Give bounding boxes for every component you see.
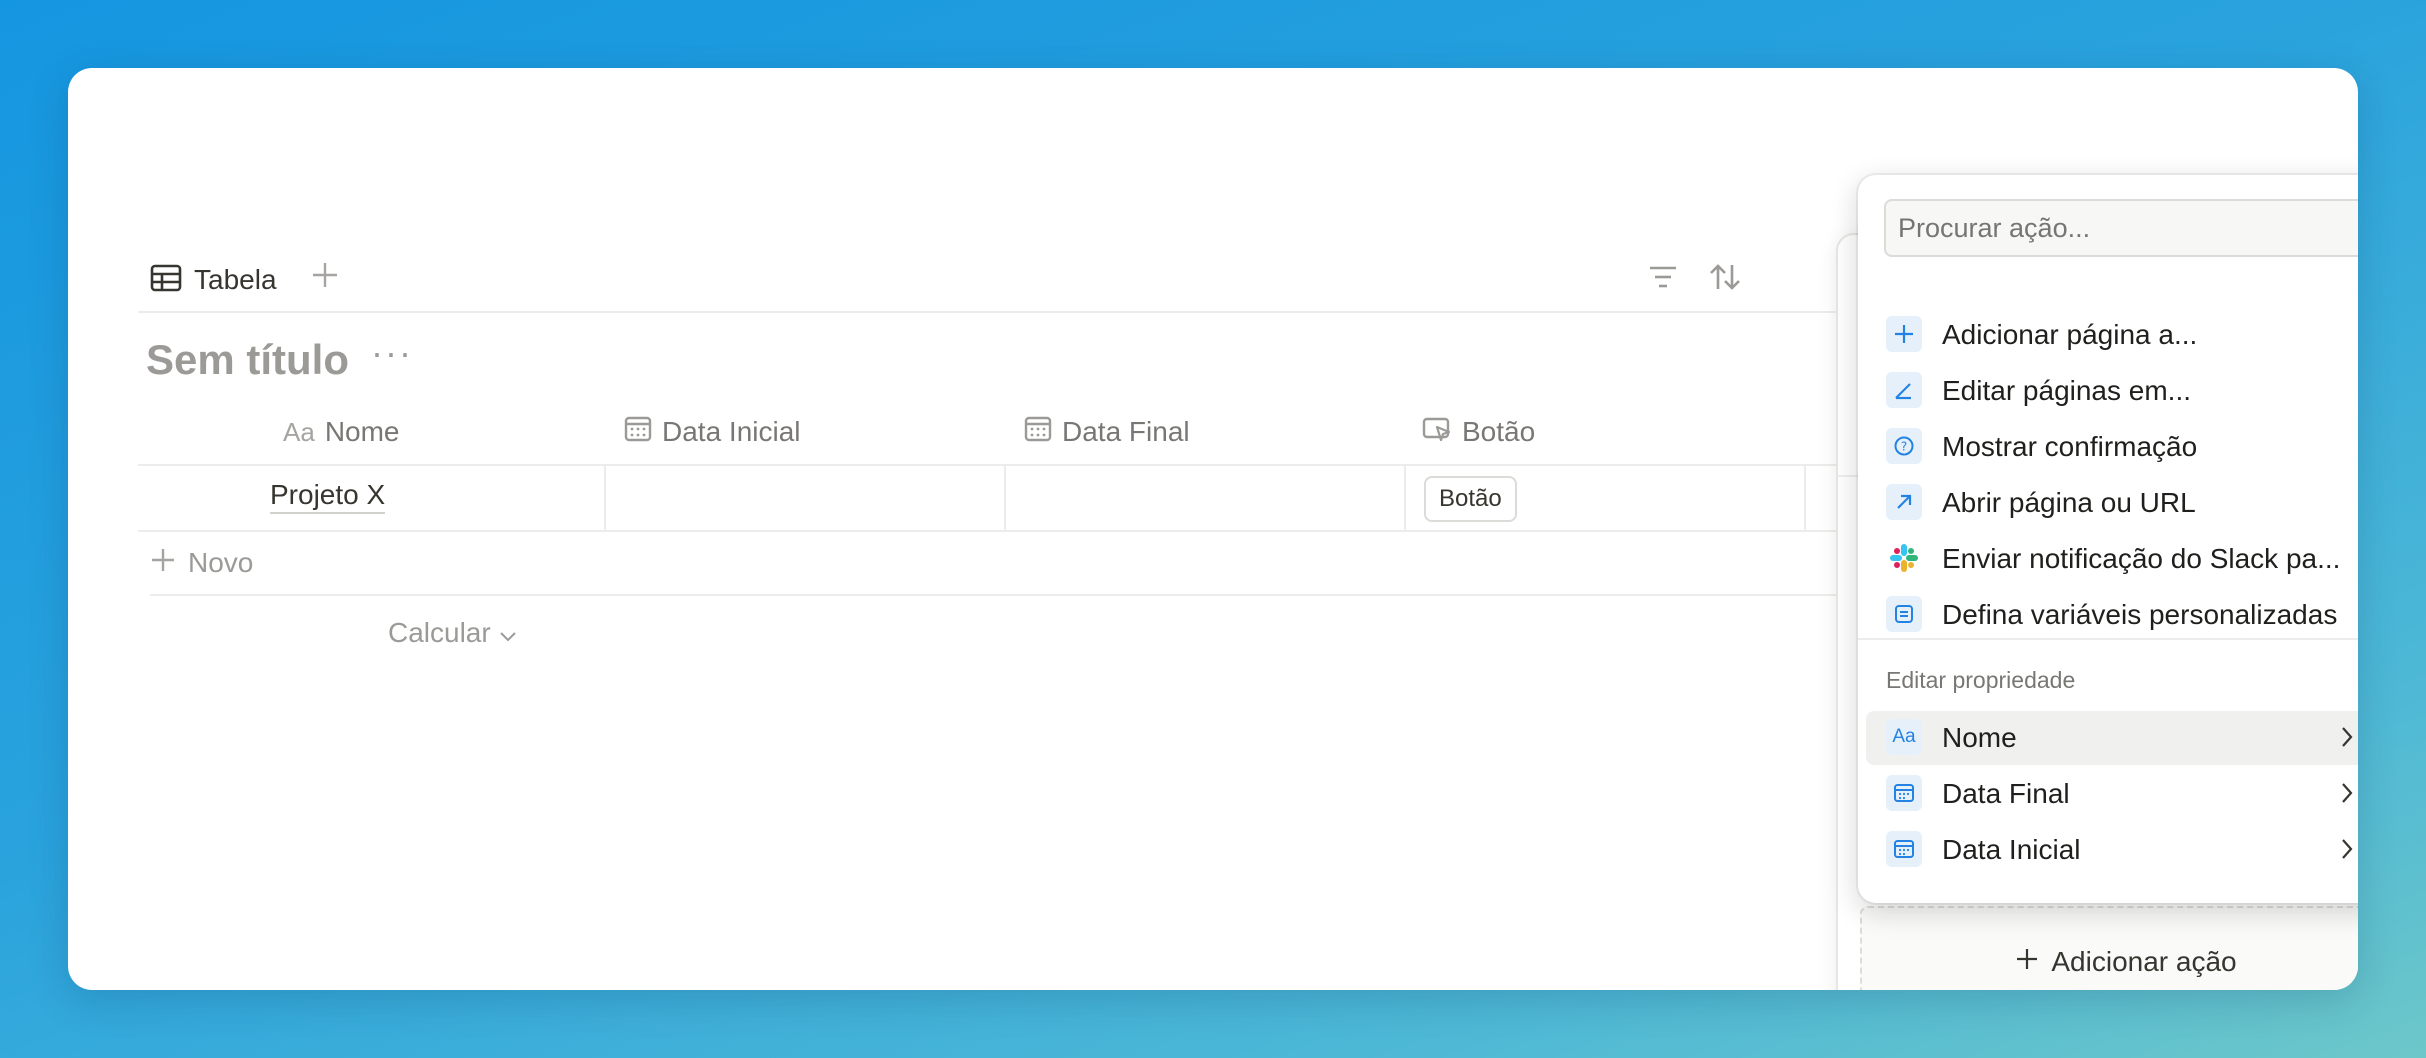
variables-icon: [1886, 596, 1922, 632]
action-slack-notification[interactable]: Enviar notificação do Slack pa...: [1866, 532, 2358, 586]
tab-label: Tabela: [194, 264, 277, 295]
property-label: Nome: [1942, 722, 2017, 753]
action-label: Editar páginas em...: [1942, 375, 2192, 406]
chevron-right-icon: [2339, 836, 2355, 867]
chevron-down-icon: [499, 617, 517, 649]
arrow-up-right-icon: [1886, 484, 1922, 520]
column-header-botao[interactable]: Botão: [1422, 398, 1535, 466]
sort-icon[interactable]: [1708, 262, 1742, 297]
question-icon: ?: [1886, 428, 1922, 464]
app-window: Tabela Sem título ··· Aa Nome Data Inici…: [68, 68, 2358, 990]
action-label: Defina variáveis personalizadas: [1942, 599, 2338, 630]
action-label: Mostrar confirmação: [1942, 431, 2198, 462]
slack-icon: [1886, 540, 1922, 576]
add-view-icon[interactable]: [310, 258, 340, 298]
filter-icon[interactable]: [1648, 264, 1678, 295]
text-property-icon: Aa: [283, 416, 315, 447]
action-open-url[interactable]: Abrir página ou URL: [1866, 476, 2358, 530]
column-header-data-final[interactable]: Data Final: [1024, 398, 1190, 466]
action-label: Enviar notificação do Slack pa...: [1942, 543, 2341, 574]
property-data-inicial[interactable]: Data Inicial: [1866, 823, 2358, 877]
calculate-button[interactable]: Calcular: [388, 608, 517, 658]
action-edit-pages[interactable]: Editar páginas em...: [1866, 364, 2358, 418]
property-nome[interactable]: Aa Nome: [1866, 711, 2358, 765]
svg-text:?: ?: [1901, 440, 1907, 454]
text-property-icon: Aa: [1886, 719, 1922, 755]
table-header: Aa Nome Data Inicial Data Final Botão: [138, 398, 1838, 530]
tab-tabela[interactable]: Tabela: [150, 258, 277, 302]
column-label: Data Inicial: [662, 416, 801, 447]
property-label: Data Final: [1942, 778, 2070, 809]
column-label: Botão: [1462, 416, 1536, 447]
action-menu-popover: Adicionar página a... Editar páginas em.…: [1858, 175, 2358, 903]
add-action-button[interactable]: Adicionar ação: [1860, 906, 2358, 990]
new-row-label: Novo: [188, 547, 254, 578]
action-add-page[interactable]: Adicionar página a...: [1866, 308, 2358, 362]
action-label: Adicionar página a...: [1942, 319, 2198, 350]
new-row-button[interactable]: Novo: [150, 532, 1838, 596]
search-action-input[interactable]: [1884, 199, 2358, 257]
table-icon: [150, 264, 182, 297]
menu-divider: [1858, 638, 2358, 640]
table-row[interactable]: Projeto X Botão: [138, 466, 1838, 532]
more-options-icon[interactable]: ···: [371, 332, 413, 374]
action-label: Abrir página ou URL: [1942, 487, 2196, 518]
calendar-icon: [624, 415, 652, 450]
calendar-icon: [1024, 415, 1052, 450]
calendar-icon: [1886, 831, 1922, 867]
plus-icon: [150, 547, 176, 580]
add-action-label: Adicionar ação: [2051, 946, 2237, 977]
calculate-label: Calcular: [388, 617, 491, 648]
view-tabs-bar: [138, 253, 1838, 313]
action-custom-variables[interactable]: Defina variáveis personalizadas: [1866, 588, 2358, 642]
column-label: Data Final: [1062, 416, 1190, 447]
property-data-final[interactable]: Data Final: [1866, 767, 2358, 821]
calendar-icon: [1886, 775, 1922, 811]
text-property-prefix: Aa: [1892, 726, 1916, 747]
chevron-right-icon: [2339, 724, 2355, 755]
section-label-edit-property: Editar propriedade: [1886, 667, 2076, 693]
row-button[interactable]: Botão: [1424, 476, 1517, 522]
action-show-confirmation[interactable]: ? Mostrar confirmação: [1866, 420, 2358, 474]
edit-icon: [1886, 372, 1922, 408]
row-name-cell[interactable]: Projeto X: [270, 478, 386, 514]
plus-icon: [1886, 316, 1922, 352]
column-header-nome[interactable]: Aa Nome: [283, 398, 400, 466]
plus-icon: [2015, 946, 2039, 978]
property-label: Data Inicial: [1942, 834, 2081, 865]
column-header-data-inicial[interactable]: Data Inicial: [624, 398, 801, 466]
column-label: Nome: [324, 416, 400, 447]
database-title[interactable]: Sem título: [146, 336, 349, 384]
button-property-icon: [1422, 415, 1452, 450]
chevron-right-icon: [2339, 780, 2355, 811]
